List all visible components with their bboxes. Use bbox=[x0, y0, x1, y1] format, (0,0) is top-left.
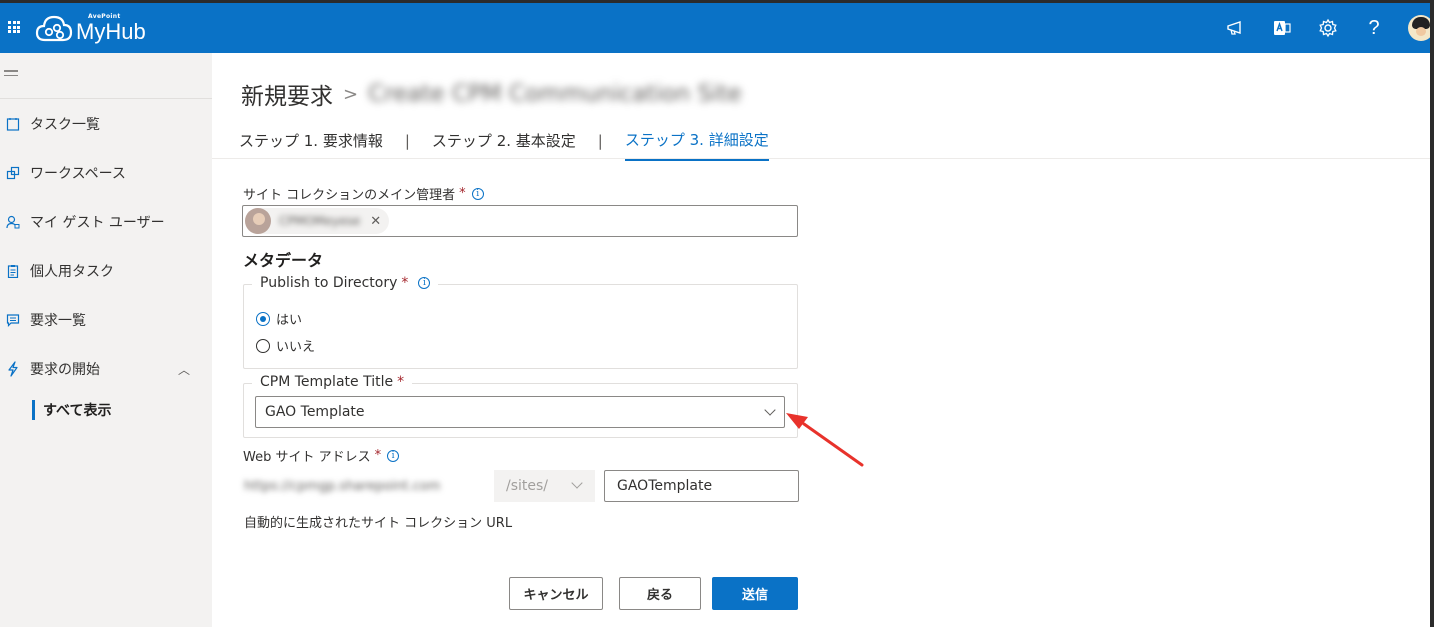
sidebar-item-guest-users[interactable]: マイ ゲスト ユーザー bbox=[0, 210, 165, 234]
chevron-up-icon[interactable]: ︿ bbox=[178, 361, 190, 378]
radio-unchecked-icon bbox=[256, 338, 270, 353]
site-url-input[interactable]: GAOTemplate bbox=[604, 470, 799, 502]
radio-label: いいえ bbox=[276, 340, 316, 355]
metadata-section-title: メタデータ bbox=[243, 251, 324, 270]
radio-label: はい bbox=[276, 313, 303, 328]
url-path-dropdown: /sites/ bbox=[494, 470, 595, 502]
step-tabs: ステップ 1. 要求情報 | ステップ 2. 基本設定 | ステップ 3. 詳細… bbox=[239, 129, 769, 161]
chevron-down-icon bbox=[764, 404, 776, 416]
avepoint-label: AvePoint bbox=[88, 13, 121, 20]
step-separator: | bbox=[597, 131, 603, 150]
breadcrumb-current: Create CPM Communication Site bbox=[368, 81, 742, 107]
required-mark: * bbox=[401, 275, 409, 291]
persona-chip: CPMOMeyese ✕ bbox=[245, 208, 390, 234]
sidebar-item-label: 要求一覧 bbox=[30, 313, 86, 329]
url-label: Web サイト アドレス bbox=[243, 450, 371, 465]
sidebar-item-label: マイ ゲスト ユーザー bbox=[30, 215, 165, 231]
url-hint: 自動的に生成されたサイト コレクション URL bbox=[244, 516, 513, 531]
sidebar-item-label: タスク一覧 bbox=[30, 117, 100, 133]
hamburger-menu-icon[interactable] bbox=[4, 70, 18, 79]
publish-fieldset: Publish to Directory * i はい いいえ bbox=[243, 275, 798, 369]
step-separator: | bbox=[404, 131, 410, 150]
radio-publish-no[interactable]: いいえ bbox=[256, 336, 315, 355]
clipboard-icon bbox=[4, 262, 22, 280]
owner-people-picker[interactable]: CPMOMeyese ✕ bbox=[242, 205, 798, 237]
sidebar: タスク一覧 ワークスペース マイ ゲスト ユーザー 個人用タスク 要求一覧 要求… bbox=[0, 53, 212, 627]
app-window: AvePoint MyHub ? タスク一覧 ワークスペース マイ ゲスト ユー… bbox=[0, 3, 1430, 627]
sidebar-divider bbox=[0, 98, 212, 99]
template-legend: CPM Template Title * bbox=[252, 374, 413, 390]
user-avatar[interactable] bbox=[1408, 15, 1430, 41]
cloud-logo-icon bbox=[35, 15, 73, 42]
chat-list-icon bbox=[4, 311, 22, 329]
info-icon[interactable]: i bbox=[471, 187, 484, 200]
publish-legend: Publish to Directory * i bbox=[252, 275, 439, 291]
tab-step-3[interactable]: ステップ 3. 詳細設定 bbox=[624, 129, 769, 161]
url-path-value: /sites/ bbox=[506, 478, 549, 494]
template-label: CPM Template Title bbox=[260, 374, 394, 390]
cancel-button[interactable]: キャンセル bbox=[509, 577, 603, 610]
submit-button[interactable]: 送信 bbox=[712, 577, 798, 610]
owner-label-row: サイト コレクションのメイン管理者 * i bbox=[243, 184, 484, 203]
sidebar-item-personal-tasks[interactable]: 個人用タスク bbox=[0, 259, 114, 283]
publish-label: Publish to Directory bbox=[260, 275, 398, 291]
sidebar-item-workspace[interactable]: ワークスペース bbox=[0, 161, 126, 185]
sidebar-item-label: 要求の開始 bbox=[30, 362, 100, 378]
back-button[interactable]: 戻る bbox=[619, 577, 701, 610]
sidebar-item-label: 個人用タスク bbox=[30, 264, 114, 280]
workspace-icon bbox=[4, 164, 22, 182]
main-content: 新規要求 > Create CPM Communication Site ステッ… bbox=[212, 53, 1430, 627]
myhub-logo[interactable]: AvePoint MyHub bbox=[35, 13, 146, 45]
lightning-icon bbox=[4, 360, 22, 378]
breadcrumb: 新規要求 > Create CPM Communication Site bbox=[241, 77, 742, 111]
tab-step-1[interactable]: ステップ 1. 要求情報 bbox=[239, 130, 383, 160]
tabs-divider bbox=[212, 158, 1430, 159]
office-app-icon[interactable] bbox=[1272, 18, 1292, 38]
required-mark: * bbox=[397, 374, 405, 390]
persona-avatar bbox=[245, 208, 271, 234]
template-dropdown[interactable]: GAO Template bbox=[255, 396, 785, 428]
guest-user-icon bbox=[4, 213, 22, 231]
task-list-icon bbox=[4, 115, 22, 133]
app-title: MyHub bbox=[76, 19, 146, 44]
owner-label: サイト コレクションのメイン管理者 bbox=[243, 188, 456, 203]
required-mark: * bbox=[459, 186, 466, 201]
breadcrumb-separator: > bbox=[343, 83, 359, 105]
megaphone-icon[interactable] bbox=[1226, 18, 1246, 38]
radio-checked-icon bbox=[256, 311, 270, 326]
top-bar: AvePoint MyHub ? bbox=[0, 3, 1430, 53]
template-selected-value: GAO Template bbox=[265, 404, 365, 420]
sidebar-item-request-list[interactable]: 要求一覧 bbox=[0, 308, 86, 332]
chevron-down-icon bbox=[571, 477, 583, 489]
radio-publish-yes[interactable]: はい bbox=[256, 309, 302, 328]
sidebar-item-label: ワークスペース bbox=[30, 166, 126, 182]
url-label-row: Web サイト アドレス * i bbox=[243, 446, 400, 465]
info-icon[interactable]: i bbox=[387, 449, 400, 462]
tab-step-2[interactable]: ステップ 2. 基本設定 bbox=[432, 130, 576, 160]
url-prefix: https://cpmgp.sharepoint.com bbox=[244, 479, 441, 494]
app-launcher-icon[interactable] bbox=[8, 21, 20, 33]
sidebar-item-task-list[interactable]: タスク一覧 bbox=[0, 112, 100, 136]
required-mark: * bbox=[374, 448, 382, 463]
sidebar-item-start-request[interactable]: 要求の開始 ︿ bbox=[0, 357, 212, 381]
gear-icon[interactable] bbox=[1318, 18, 1338, 38]
breadcrumb-root[interactable]: 新規要求 bbox=[241, 77, 333, 111]
top-icons: ? bbox=[1200, 3, 1430, 53]
sidebar-subitem-show-all[interactable]: すべて表示 bbox=[32, 400, 111, 420]
help-icon[interactable]: ? bbox=[1364, 17, 1384, 39]
remove-persona-icon[interactable]: ✕ bbox=[370, 214, 381, 229]
info-icon[interactable]: i bbox=[418, 277, 431, 289]
persona-name: CPMOMeyese bbox=[279, 214, 361, 228]
